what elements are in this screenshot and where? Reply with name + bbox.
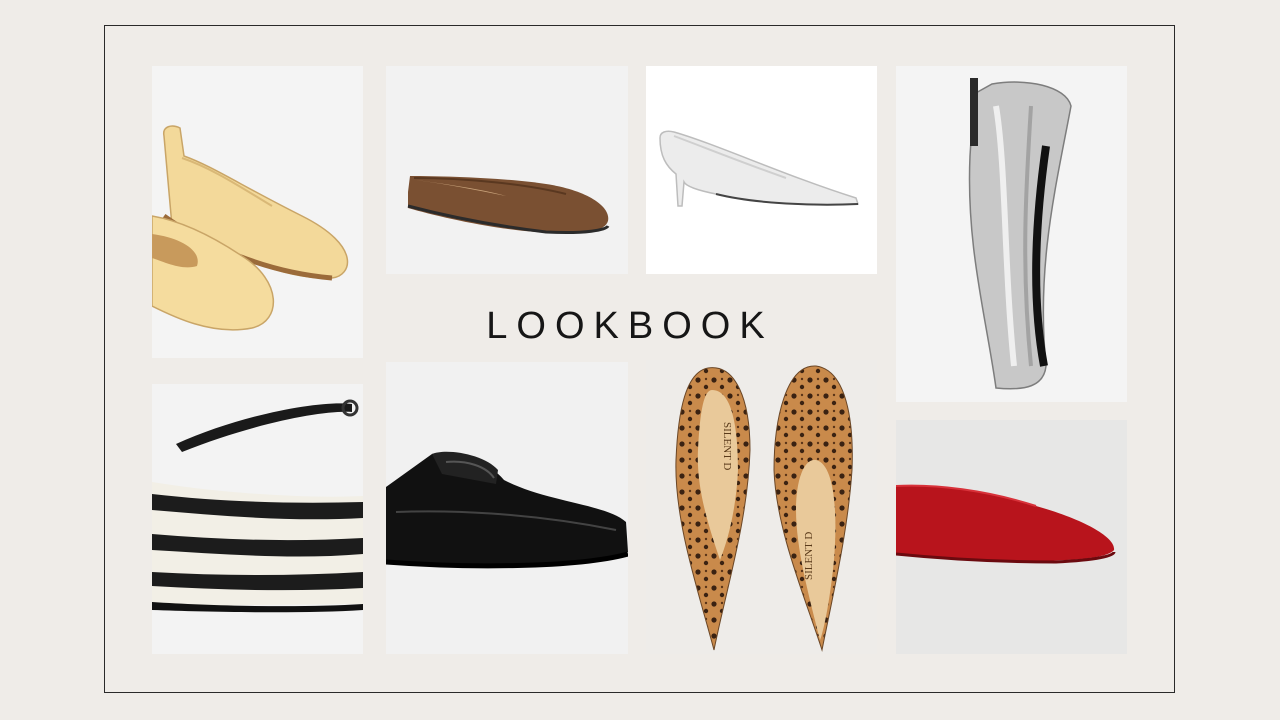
brown-mule-image: [386, 66, 628, 274]
lookbook-title: LOOKBOOK: [486, 305, 774, 347]
silent-d-label-left: SILENT D: [721, 422, 733, 470]
black-loafer-image: [386, 362, 628, 654]
silver-flat-image: [896, 66, 1127, 402]
leopard-flats-image: SILENT D SILENT D: [646, 360, 877, 654]
red-flat-image: [896, 420, 1127, 654]
zebra-flat-image: [152, 384, 363, 654]
white-pump-image: [646, 66, 877, 274]
silent-d-label-right: SILENT D: [803, 532, 815, 580]
yellow-flats-image: [152, 66, 363, 358]
